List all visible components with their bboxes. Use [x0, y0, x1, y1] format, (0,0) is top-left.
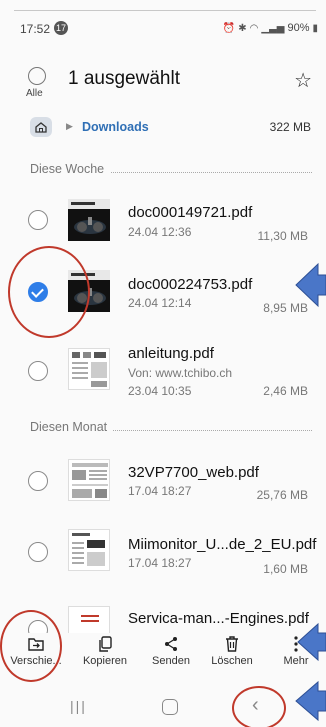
alarm-icon: ⏰	[222, 22, 236, 34]
file-thumbnail	[68, 348, 110, 390]
file-row[interactable]: 32VP7700_web.pdf 17.04 18:27 25,76 MB	[0, 445, 326, 515]
share-button[interactable]: Senden	[141, 633, 201, 667]
home-nav-button[interactable]	[162, 699, 178, 715]
share-icon	[141, 633, 201, 655]
row-checkbox[interactable]	[28, 542, 48, 562]
file-date: 17.04 18:27	[128, 484, 192, 498]
star-icon[interactable]: ☆	[294, 68, 312, 93]
file-thumbnail	[68, 529, 110, 571]
recent-apps-button[interactable]: |||	[70, 698, 87, 714]
file-row[interactable]: anleitung.pdf Von: www.tchibo.ch 23.04 1…	[0, 336, 326, 406]
annotation-arrow-icon	[295, 680, 326, 722]
breadcrumb-downloads[interactable]: Downloads	[82, 120, 149, 134]
share-label: Senden	[152, 655, 190, 667]
notification-badge: 17	[54, 21, 68, 35]
file-size: 25,76 MB	[256, 488, 308, 502]
bluetooth-icon: ✱	[238, 22, 247, 34]
select-all-checkbox[interactable]	[28, 67, 46, 85]
selection-header: Alle 1 ausgewählt ☆	[0, 60, 326, 110]
section-header-this-month: Diesen Monat	[0, 420, 326, 440]
delete-label: Löschen	[211, 655, 253, 667]
file-name: 32VP7700_web.pdf	[128, 464, 259, 481]
file-source: Von: www.tchibo.ch	[128, 366, 233, 380]
selection-title: 1 ausgewählt	[68, 68, 180, 89]
file-row[interactable]: doc000149721.pdf 24.04 12:36 11,30 MB	[0, 185, 326, 255]
status-time: 17:52	[20, 22, 51, 36]
annotation-circle	[232, 686, 286, 727]
section-label: Diesen Monat	[30, 420, 114, 434]
delete-button[interactable]: Löschen	[202, 633, 262, 667]
annotation-circle	[0, 610, 62, 682]
file-date: 23.04 10:35	[128, 384, 192, 398]
path-bar: ▶ Downloads 322 MB	[0, 116, 326, 140]
file-thumbnail	[68, 199, 110, 241]
file-name: doc000224753.pdf	[128, 276, 253, 293]
copy-icon	[75, 633, 135, 655]
home-icon	[35, 121, 47, 133]
section-header-this-week: Diese Woche	[0, 162, 326, 182]
file-thumbnail	[68, 459, 110, 501]
status-icons: ⏰ ✱ ◠ ▁▃▅ 90% ▮	[223, 22, 318, 34]
row-checkbox[interactable]	[28, 361, 48, 381]
path-chevron-icon: ▶	[66, 121, 73, 131]
row-checkbox[interactable]	[28, 471, 48, 491]
section-label: Diese Woche	[30, 162, 111, 176]
status-bar: 17:52 17 ⏰ ✱ ◠ ▁▃▅ 90% ▮	[0, 18, 326, 42]
copy-button[interactable]: Kopieren	[75, 633, 135, 667]
file-size: 11,30 MB	[257, 229, 308, 243]
file-size: 2,46 MB	[263, 384, 308, 398]
battery-level: 90%	[287, 22, 310, 34]
file-date: 17.04 18:27	[128, 556, 192, 570]
select-all-label: Alle	[26, 88, 43, 99]
copy-label: Kopieren	[82, 655, 128, 667]
file-date: 24.04 12:36	[128, 225, 192, 239]
file-name: anleitung.pdf	[128, 345, 214, 362]
file-row[interactable]: Miimonitor_U...de_2_EU.pdf 17.04 18:27 1…	[0, 515, 326, 585]
annotation-circle	[8, 246, 90, 338]
signal-icon: ▁▃▅	[261, 22, 285, 34]
battery-icon: ▮	[312, 22, 318, 34]
file-name: Miimonitor_U...de_2_EU.pdf	[128, 536, 317, 553]
top-divider	[14, 10, 316, 11]
row-checkbox[interactable]	[28, 210, 48, 230]
trash-icon	[202, 633, 262, 655]
home-button[interactable]	[30, 117, 52, 137]
annotation-arrow-icon	[297, 622, 326, 662]
file-name: doc000149721.pdf	[128, 204, 253, 221]
file-size: 1,60 MB	[263, 562, 308, 576]
folder-size: 322 MB	[269, 120, 311, 134]
file-date: 24.04 12:14	[128, 296, 192, 310]
annotation-arrow-icon	[295, 262, 326, 308]
file-thumbnail	[68, 606, 110, 633]
wifi-icon: ◠	[249, 22, 259, 34]
file-name: Servica-man...-Engines.pdf	[128, 610, 309, 627]
